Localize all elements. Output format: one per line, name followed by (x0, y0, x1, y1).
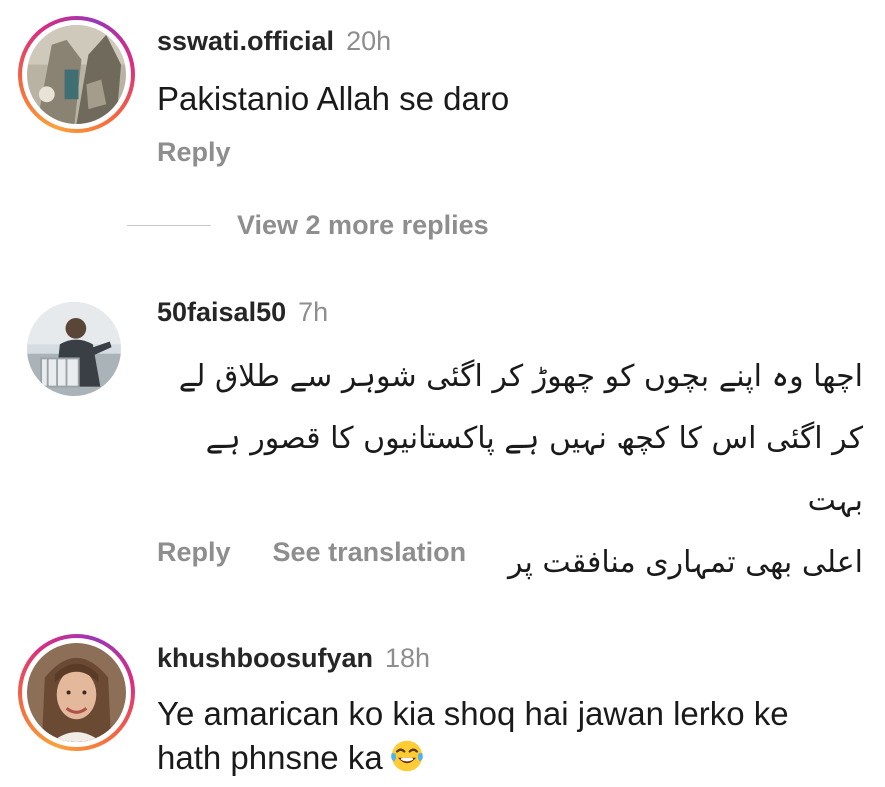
avatar[interactable] (18, 634, 135, 751)
face-with-tears-of-joy-icon (389, 738, 425, 774)
reply-button[interactable]: Reply (157, 537, 231, 567)
see-translation-button[interactable]: See translation (273, 537, 467, 567)
avatar-image (27, 25, 126, 124)
timestamp: 7h (298, 297, 329, 327)
comment-text-line: کر اگئی اس کا کچھ نہیں ہے پاکستانیوں کا … (205, 421, 863, 518)
comment-item: khushboosufyan 18h Ye amarican ko kia sho… (0, 630, 885, 787)
comment-text-line: hath phnsne ka (157, 739, 383, 776)
comment-text-line2: hath phnsne ka (157, 736, 789, 780)
comment-text: Pakistanio Allah se daro (157, 80, 510, 117)
comment-text-line: اچھا وہ اپنے بچوں کو چھوڑ کر اگئی شوہر س… (178, 359, 863, 394)
comment-text-line: Ye amarican ko kia shoq hai jawan lerko … (157, 695, 789, 732)
username[interactable]: sswati.official (157, 26, 334, 56)
avatar[interactable] (18, 16, 135, 133)
view-replies-label: View 2 more replies (237, 209, 489, 240)
avatar[interactable] (27, 302, 121, 396)
avatar-image (27, 643, 126, 742)
comment-text: Ye amarican ko kia shoq hai jawan lerko … (157, 692, 789, 780)
comment-actions: Reply See translation (157, 537, 466, 568)
comment-item: sswati.official 20h Pakistanio Allah se d… (0, 0, 885, 250)
view-replies-button[interactable]: View 2 more replies (127, 207, 489, 243)
avatar-image (27, 302, 121, 396)
comment-meta: sswati.official 20h (157, 26, 391, 57)
divider (127, 224, 211, 226)
reply-button[interactable]: Reply (157, 137, 231, 167)
timestamp: 20h (346, 26, 392, 56)
username[interactable]: khushboosufyan (157, 643, 373, 673)
comment-meta: khushboosufyan 18h (157, 643, 430, 674)
comment-meta: 50faisal50 7h (157, 297, 328, 328)
username[interactable]: 50faisal50 (157, 297, 286, 327)
comment-item: 50faisal50 7h اچھا وہ اپنے بچوں کو چھوڑ ک… (0, 280, 885, 600)
comment-actions: Reply (157, 137, 231, 168)
timestamp: 18h (385, 643, 431, 673)
